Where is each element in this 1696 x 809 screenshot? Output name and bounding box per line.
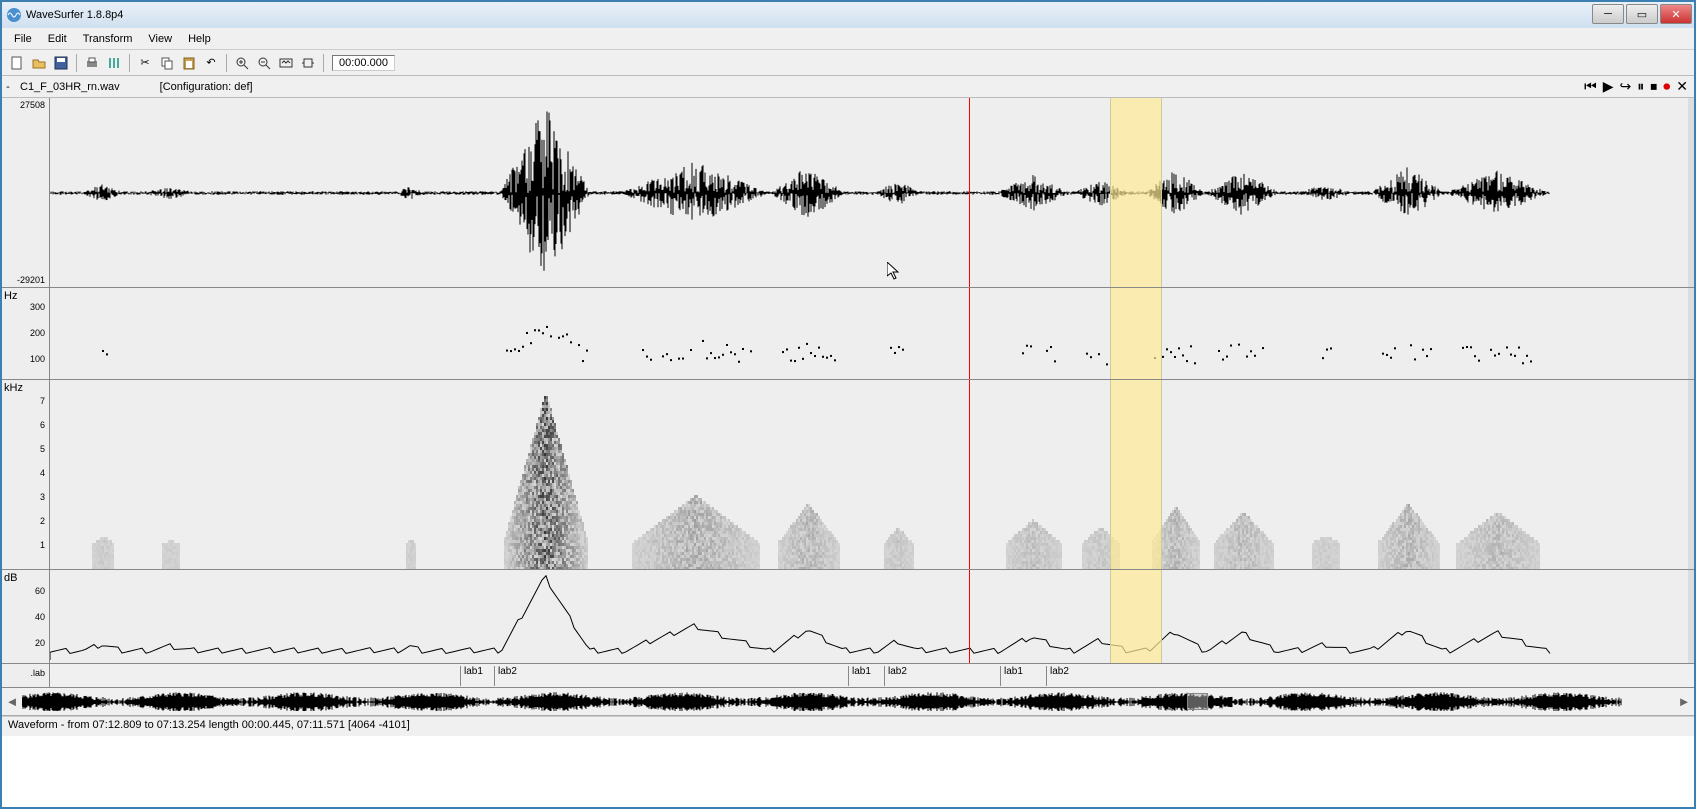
menubar: File Edit Transform View Help — [2, 28, 1694, 50]
skip-start-button[interactable]: ⏮ — [1582, 78, 1599, 95]
overview-thumb[interactable] — [1187, 693, 1208, 710]
play-button[interactable]: ▶ — [1601, 78, 1616, 95]
playback-cursor — [969, 288, 970, 379]
menu-file[interactable]: File — [6, 31, 40, 47]
app-icon — [6, 7, 22, 23]
cut-button[interactable]: ✂ — [135, 53, 155, 73]
power-unit: dB — [4, 572, 17, 584]
waveform-canvas[interactable] — [50, 98, 1688, 287]
mixer-button[interactable] — [104, 53, 124, 73]
wave-max: 27508 — [20, 100, 45, 110]
label-marker[interactable]: lab2 — [494, 666, 517, 686]
scrollbar[interactable] — [1688, 570, 1694, 663]
scroll-right-button[interactable]: ► — [1674, 694, 1694, 709]
window-title: WaveSurfer 1.8.8p4 — [26, 9, 123, 21]
scrollbar[interactable] — [1688, 380, 1694, 569]
scrollbar[interactable] — [1688, 288, 1694, 379]
scroll-left-button[interactable]: ◄ — [2, 694, 22, 709]
print-button[interactable] — [82, 53, 102, 73]
playback-cursor — [969, 380, 970, 569]
selection-region[interactable] — [1110, 570, 1162, 663]
menu-help[interactable]: Help — [180, 31, 219, 47]
play-loop-button[interactable]: ↪ — [1618, 78, 1634, 95]
playback-cursor — [969, 98, 970, 287]
infobar: - C1_F_03HR_rn.wav [Configuration: def] … — [2, 76, 1694, 98]
record-button[interactable]: ⏺ — [1661, 78, 1672, 95]
titlebar: WaveSurfer 1.8.8p4 ─ ▭ ✕ — [2, 2, 1694, 28]
collapse-toggle[interactable]: - — [2, 81, 14, 93]
pause-button[interactable]: ⏸ — [1635, 78, 1646, 95]
spec-unit: kHz — [4, 382, 23, 394]
menu-edit[interactable]: Edit — [40, 31, 75, 47]
selection-region[interactable] — [1110, 380, 1162, 569]
label-marker[interactable]: lab2 — [884, 666, 907, 686]
playback-cursor — [969, 570, 970, 663]
minimize-button[interactable]: ─ — [1592, 4, 1624, 24]
selection-region[interactable] — [1110, 288, 1162, 379]
label-marker[interactable]: lab2 — [1046, 666, 1069, 686]
save-button[interactable] — [51, 53, 71, 73]
pitch-unit: Hz — [4, 290, 17, 302]
power-canvas[interactable] — [50, 570, 1688, 663]
maximize-button[interactable]: ▭ — [1626, 4, 1658, 24]
waveform-pane[interactable]: 27508 -29201 — [2, 98, 1694, 288]
toolbar: ✂ ↶ 00:00.000 — [2, 50, 1694, 76]
selection-region[interactable] — [1110, 98, 1162, 287]
label-marker[interactable]: lab1 — [1000, 666, 1023, 686]
stop-button[interactable]: ⏹ — [1648, 78, 1659, 95]
pitch-canvas[interactable] — [50, 288, 1688, 379]
overview-canvas[interactable] — [22, 692, 1674, 711]
zoom-full-button[interactable] — [276, 53, 296, 73]
zoom-sel-button[interactable] — [298, 53, 318, 73]
close-pane-button[interactable]: ✕ — [1674, 78, 1690, 95]
close-button[interactable]: ✕ — [1660, 4, 1692, 24]
label-axis: .lab — [2, 664, 50, 687]
menu-transform[interactable]: Transform — [75, 31, 141, 47]
pitch-pane[interactable]: Hz 300 200 100 — [2, 288, 1694, 380]
menu-view[interactable]: View — [140, 31, 180, 47]
paste-button[interactable] — [179, 53, 199, 73]
label-pane[interactable]: .lab lab1 lab2 lab1 lab2 lab1 lab2 — [2, 664, 1694, 688]
config-label: [Configuration: def] — [160, 81, 253, 93]
copy-button[interactable] — [157, 53, 177, 73]
zoom-in-button[interactable] — [232, 53, 252, 73]
undo-button[interactable]: ↶ — [201, 53, 221, 73]
wave-min: -29201 — [17, 275, 45, 285]
new-button[interactable] — [7, 53, 27, 73]
statusbar: Waveform - from 07:12.809 to 07:13.254 l… — [2, 716, 1694, 736]
filename: C1_F_03HR_rn.wav — [20, 81, 120, 93]
power-axis: dB 60 40 20 — [2, 570, 50, 663]
spec-axis: kHz 7 6 5 4 3 2 1 — [2, 380, 50, 569]
overview-pane[interactable]: ◄ ► — [2, 688, 1694, 716]
label-marker[interactable]: lab1 — [460, 666, 483, 686]
scrollbar[interactable] — [1688, 98, 1694, 287]
pitch-axis: Hz 300 200 100 — [2, 288, 50, 379]
label-marker[interactable]: lab1 — [848, 666, 871, 686]
zoom-out-button[interactable] — [254, 53, 274, 73]
timecode: 00:00.000 — [332, 55, 395, 71]
waveform-axis: 27508 -29201 — [2, 98, 50, 287]
spectrogram-canvas[interactable] — [50, 380, 1688, 569]
power-pane[interactable]: dB 60 40 20 — [2, 570, 1694, 664]
open-button[interactable] — [29, 53, 49, 73]
spectrogram-pane[interactable]: kHz 7 6 5 4 3 2 1 — [2, 380, 1694, 570]
